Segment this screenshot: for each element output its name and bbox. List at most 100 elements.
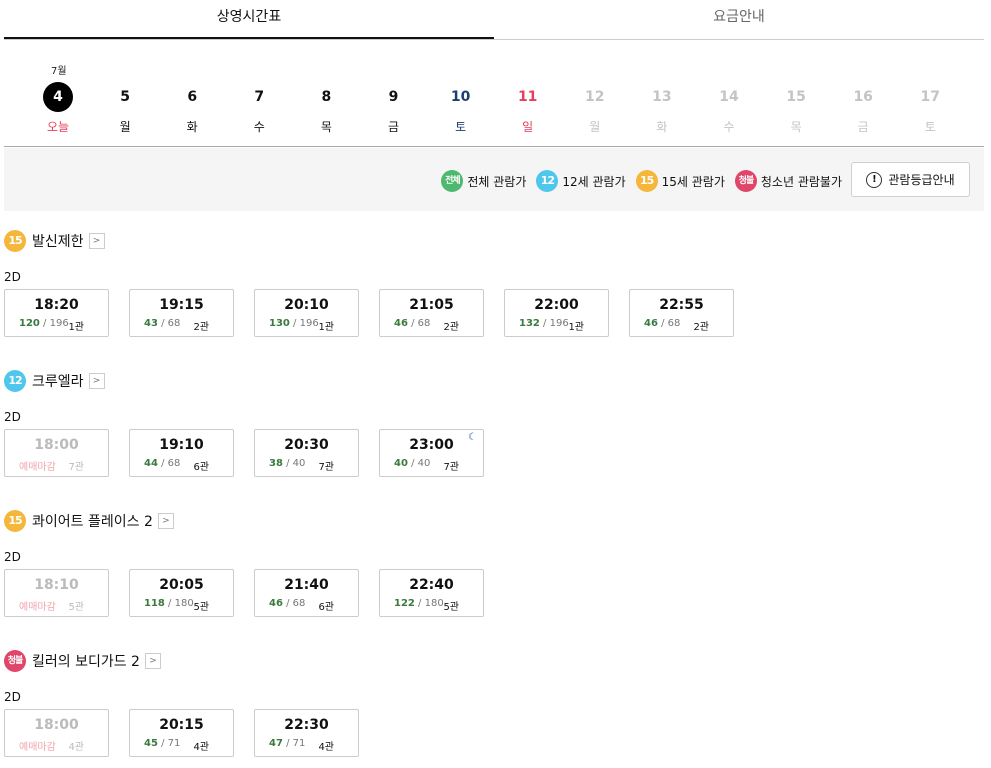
- seats-total: 68: [167, 458, 181, 469]
- date-item[interactable]: 11 일: [508, 82, 548, 135]
- hall-number: 6관: [318, 602, 334, 613]
- showtime-button[interactable]: 22:30 47 / 71 4관: [254, 709, 359, 757]
- hall-number: 4관: [68, 742, 84, 753]
- showtime-button[interactable]: 20:10 130 / 196 1관: [254, 289, 359, 337]
- date-item[interactable]: 6화: [172, 82, 212, 135]
- showtime-button[interactable]: 19:10 44 / 68 6관: [129, 429, 234, 477]
- date-item: 13 화: [642, 82, 682, 135]
- date-item[interactable]: 9금: [374, 82, 414, 135]
- legend-label: 전체 관람가: [467, 174, 527, 189]
- date-number: 7: [254, 89, 265, 105]
- showtime-time: 18:00: [34, 437, 79, 453]
- date-weekday: 월: [589, 120, 601, 134]
- showtime-list: 18:00 예매마감 7관 19:10 44 / 68 6관 20:30 38 / 40 7관 ☾…: [4, 429, 504, 477]
- seats-total: 68: [667, 318, 681, 329]
- seat-separator: /: [157, 318, 168, 329]
- movie-title[interactable]: 킬러의 보디가드 2: [32, 651, 140, 671]
- showtime-time: 20:10: [284, 297, 329, 313]
- showtime-button[interactable]: 21:40 46 / 68 6관: [254, 569, 359, 617]
- date-item[interactable]: 8목: [306, 82, 346, 135]
- seats-available: 46: [394, 318, 408, 329]
- hall-number: 4관: [318, 742, 334, 753]
- seat-separator: /: [407, 458, 418, 469]
- chevron-right-icon[interactable]: >: [88, 233, 105, 249]
- showtime-button: 18:00 예매마감 4관: [4, 709, 109, 757]
- date-number: 6: [187, 89, 198, 105]
- movie-title[interactable]: 크루엘라: [32, 371, 84, 391]
- hall-number: 7관: [443, 462, 459, 473]
- showtime-button[interactable]: ☾ 23:00 40 / 40 7관: [379, 429, 484, 477]
- date-item: 17 토: [910, 82, 950, 135]
- sold-out-label: 예매마감: [19, 742, 56, 753]
- showtime-button[interactable]: 20:05 118 / 180 5관: [129, 569, 234, 617]
- date-weekday: 금: [857, 120, 869, 134]
- seat-separator: /: [157, 458, 168, 469]
- movie-section: 15 발신제한 > 2D 18:20 120 / 196 1관 19:15 43 / 68 2관 2…: [4, 230, 984, 337]
- date-weekday: 화: [186, 120, 198, 134]
- showtime-time: 22:40: [409, 577, 454, 593]
- date-number: 15: [786, 89, 806, 105]
- movie-title[interactable]: 콰이어트 플레이스 2: [32, 511, 153, 531]
- seats-available: 120: [19, 318, 40, 329]
- showtime-time: 22:00: [534, 297, 579, 313]
- date-item[interactable]: 5월: [105, 82, 145, 135]
- legend-item: 12 12세 관람가: [536, 170, 626, 192]
- legend-label: 15세 관람가: [661, 174, 725, 189]
- showtime-button[interactable]: 22:55 46 / 68 2관: [629, 289, 734, 337]
- seats-available: 40: [394, 458, 408, 469]
- hall-number: 7관: [318, 462, 334, 473]
- date-item[interactable]: 7수: [239, 82, 279, 135]
- showtime-button[interactable]: 19:15 43 / 68 2관: [129, 289, 234, 337]
- seat-count: 47 / 71: [269, 738, 305, 749]
- rating-guide-button[interactable]: ! 관람등급안내: [851, 162, 970, 197]
- seat-separator: /: [282, 738, 293, 749]
- legend-item: 15 15세 관람가: [635, 170, 725, 192]
- tab-pricing[interactable]: 요금안내: [494, 0, 984, 39]
- hall-number: 2관: [443, 322, 459, 333]
- showtime-button[interactable]: 20:15 45 / 71 4관: [129, 709, 234, 757]
- seats-total: 180: [424, 598, 444, 609]
- seats-total: 68: [292, 598, 306, 609]
- seat-count: 122 / 180: [394, 598, 444, 609]
- date-item[interactable]: 10 토: [441, 82, 481, 135]
- date-item[interactable]: 4 오늘: [38, 82, 78, 135]
- movie-title-row: 15 발신제한 >: [4, 230, 984, 252]
- movie-title-row: 12 크루엘라 >: [4, 370, 984, 392]
- hall-number: 5관: [443, 602, 459, 613]
- seats-available: 118: [144, 598, 165, 609]
- date-weekday: 일: [522, 120, 534, 134]
- showtime-button[interactable]: 21:05 46 / 68 2관: [379, 289, 484, 337]
- date-weekday: 오늘: [46, 120, 70, 134]
- screen-format: 2D: [4, 690, 21, 704]
- showtime-time: 19:15: [159, 297, 204, 313]
- seats-available: 38: [269, 458, 283, 469]
- screen-format: 2D: [4, 270, 21, 284]
- chevron-right-icon[interactable]: >: [144, 653, 161, 669]
- date-number: 11: [517, 89, 538, 105]
- seat-separator: /: [289, 318, 300, 329]
- showtime-button[interactable]: 22:40 122 / 180 5관: [379, 569, 484, 617]
- seats-total: 68: [417, 318, 431, 329]
- date-number: 13: [652, 89, 672, 105]
- hall-number: 2관: [693, 322, 709, 333]
- seats-total: 196: [49, 318, 69, 329]
- legend-label: 청소년 관람불가: [760, 174, 842, 189]
- movie-title-row: 청불 킬러의 보디가드 2 >: [4, 650, 984, 672]
- seat-count: 44 / 68: [144, 458, 180, 469]
- showtime-button[interactable]: 22:00 132 / 196 1관: [504, 289, 609, 337]
- date-number: 17: [920, 89, 941, 105]
- rating-badge-icon: 청불: [4, 650, 26, 672]
- tab-showtimes[interactable]: 상영시간표: [4, 0, 494, 39]
- rating-legend: 전체 전체 관람가 12 12세 관람가 15 15세 관람가 청불 청소년 관람불가: [431, 170, 842, 192]
- movie-section: 청불 킬러의 보디가드 2 >2D 18:00 예매마감 4관 20:15 45 / 71 4관…: [4, 650, 984, 757]
- date-weekday: 수: [253, 120, 265, 134]
- seat-separator: /: [539, 318, 550, 329]
- hall-number: 1관: [318, 322, 334, 333]
- showtime-time: 19:10: [159, 437, 204, 453]
- showtime-button[interactable]: 18:20 120 / 196 1관: [4, 289, 109, 337]
- chevron-right-icon[interactable]: >: [88, 373, 105, 389]
- showtime-button[interactable]: 20:30 38 / 40 7관: [254, 429, 359, 477]
- chevron-right-icon[interactable]: >: [157, 513, 174, 529]
- movie-title[interactable]: 발신제한: [32, 231, 84, 251]
- rating-badge-icon: 청불: [734, 170, 757, 192]
